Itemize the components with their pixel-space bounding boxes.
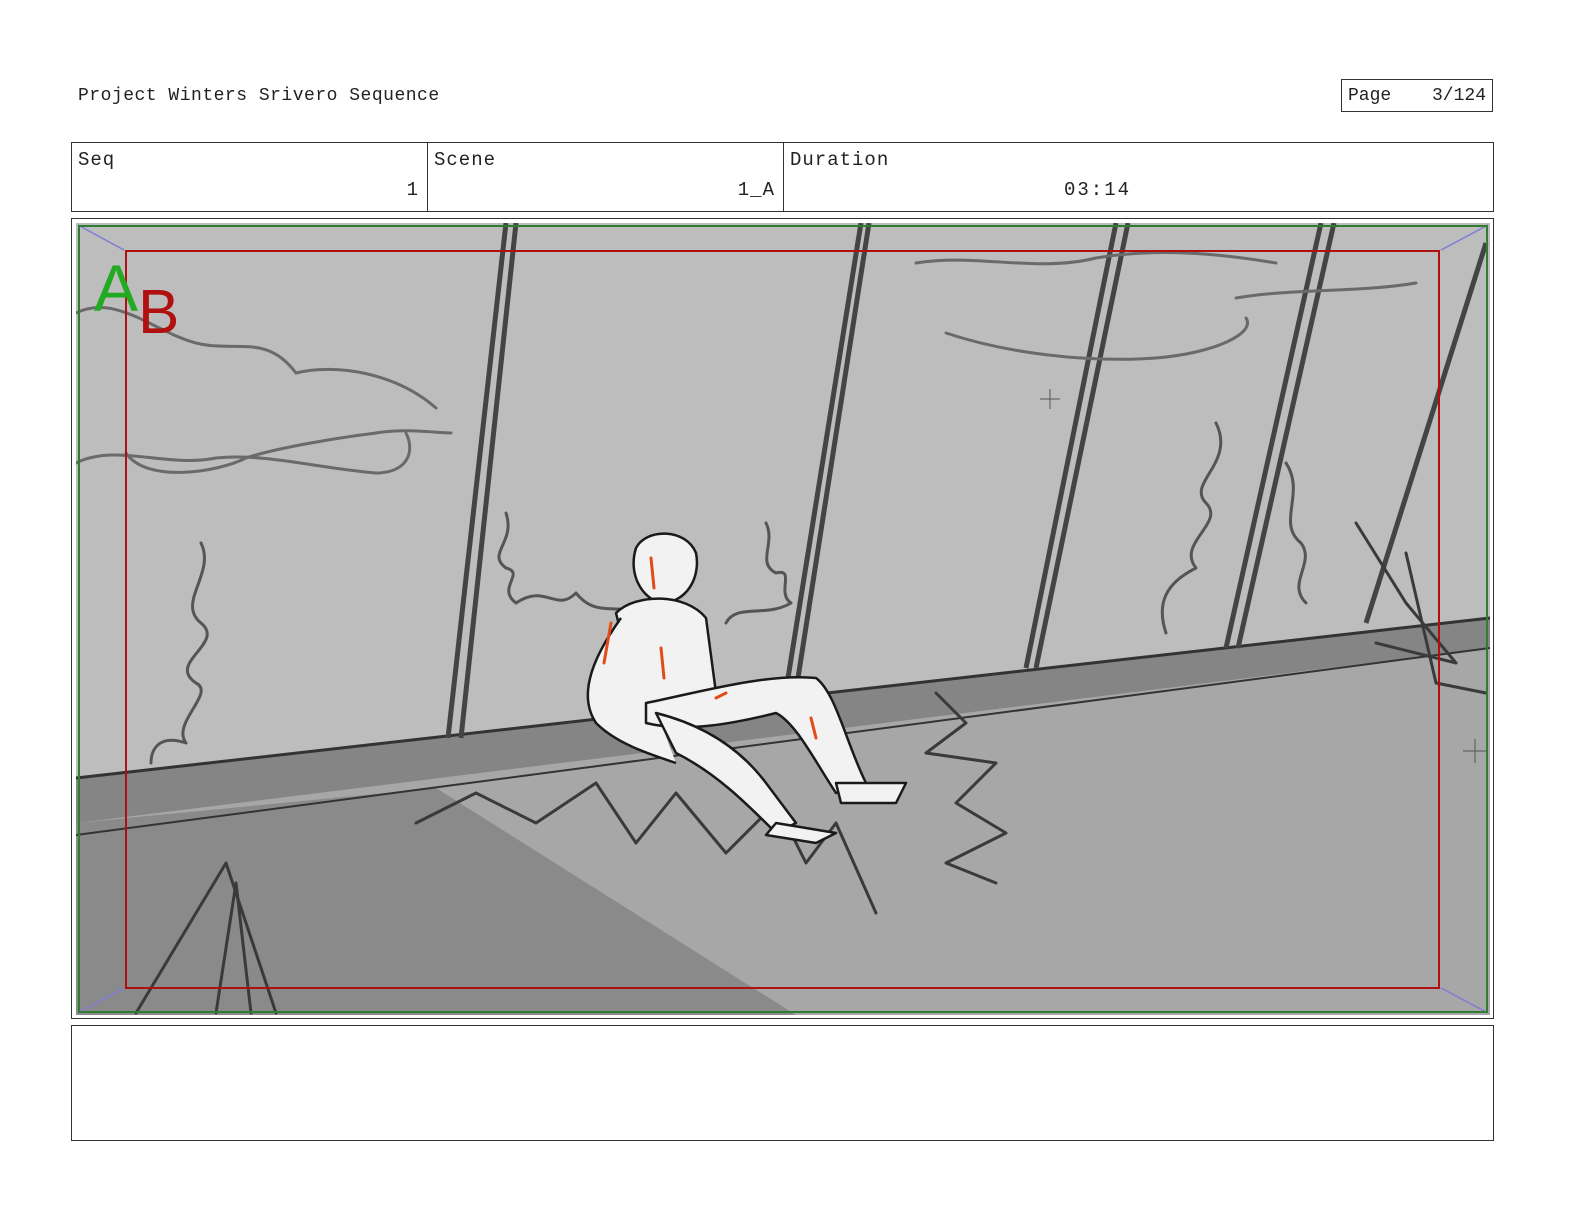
panel-drawing: A B [76, 223, 1490, 1015]
seq-value: 1 [406, 179, 419, 201]
scene-value: 1_A [737, 179, 775, 201]
marker-a: A [94, 251, 138, 325]
page-indicator: Page 3/124 [1341, 79, 1493, 112]
info-row: Seq 1 Scene 1_A Duration 03:14 [71, 142, 1494, 212]
storyboard-panel: A B [71, 218, 1494, 1019]
notes-box [71, 1025, 1494, 1141]
page-number: 3/124 [1431, 85, 1486, 106]
page-label: Page [1348, 85, 1392, 106]
seq-label: Seq [78, 149, 116, 171]
marker-b: B [138, 278, 179, 347]
project-title: Project Winters Srivero Sequence [78, 86, 440, 106]
duration-cell: Duration 03:14 [784, 143, 1493, 211]
duration-value: 03:14 [1064, 179, 1132, 201]
seq-cell: Seq 1 [72, 143, 428, 211]
scene-cell: Scene 1_A [428, 143, 784, 211]
duration-label: Duration [790, 149, 890, 171]
scene-label: Scene [434, 149, 497, 171]
